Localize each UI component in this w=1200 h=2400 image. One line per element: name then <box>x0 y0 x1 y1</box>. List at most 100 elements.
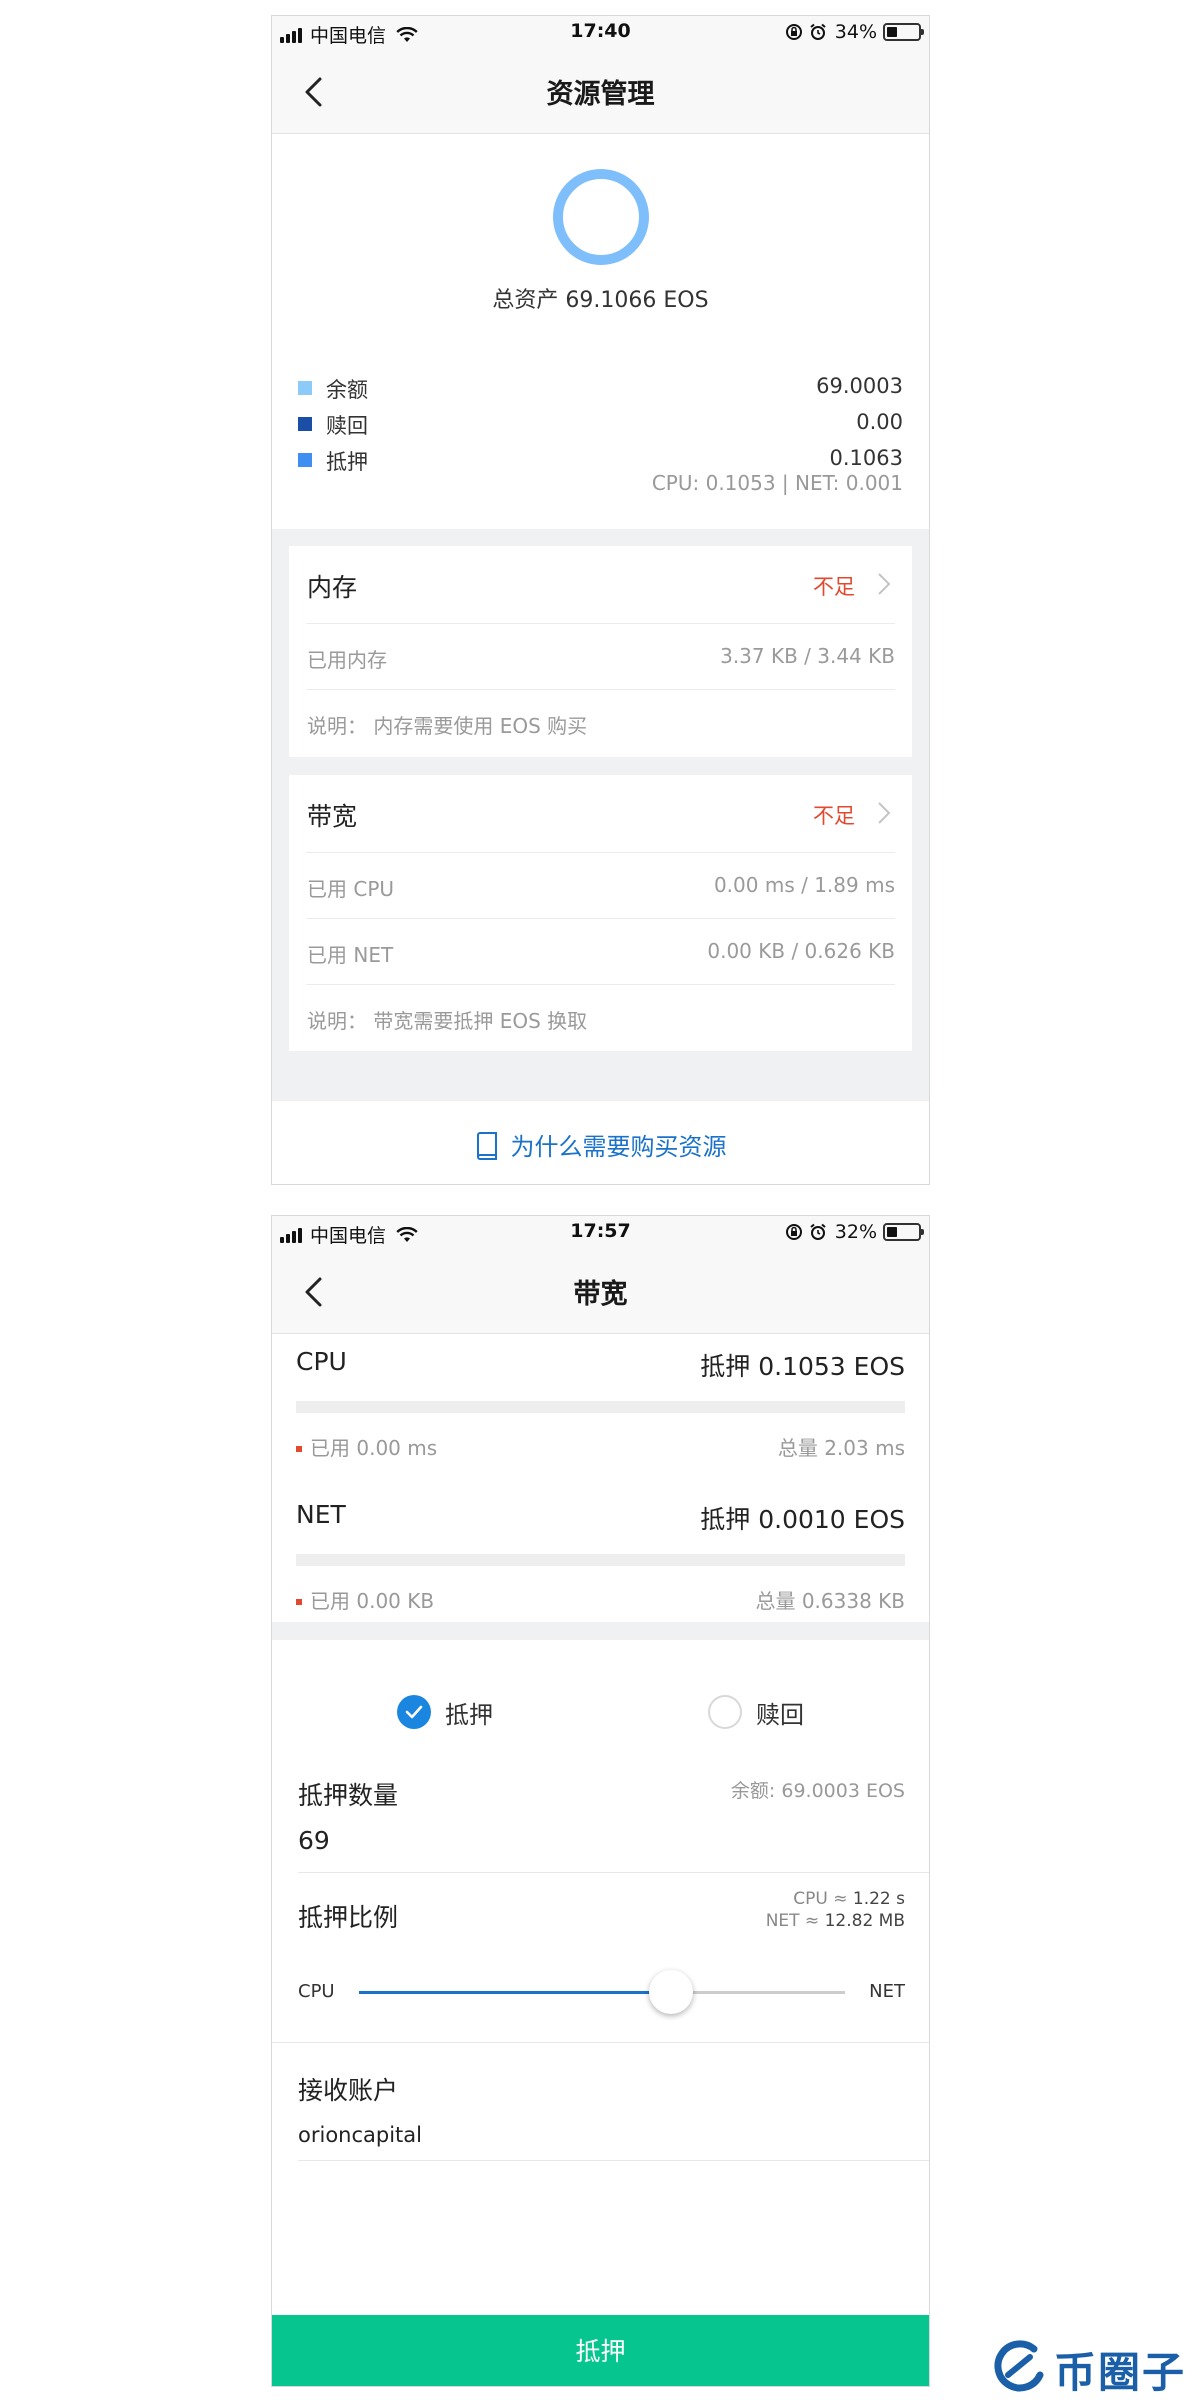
receiver-account-input[interactable]: orioncapital <box>298 2123 422 2147</box>
available-balance: 余额: 69.0003 EOS <box>730 1780 905 1802</box>
chevron-right-icon <box>878 802 891 824</box>
alarm-icon <box>810 1223 826 1240</box>
memory-card-header[interactable]: 内存 不足 <box>306 546 895 624</box>
cpu-total: 总量 2.03 ms <box>777 1436 905 1460</box>
bandwidth-screen: 中国电信 17:57 32% 带宽 CPU 抵押 0.1053 EOS 已用 0… <box>271 1215 930 2387</box>
slider-right-label: NET <box>869 1981 905 2002</box>
memory-title: 内存 <box>307 573 358 602</box>
used-marker <box>296 1599 302 1605</box>
stake-ratio-label: 抵押比例 <box>298 1903 399 1932</box>
page-title: 资源管理 <box>546 79 655 110</box>
legend-label: 余额 <box>326 378 368 402</box>
row-value: 0.00 KB / 0.626 KB <box>707 939 895 963</box>
nav-bar: 资源管理 <box>272 48 929 134</box>
net-total: 总量 0.6338 KB <box>755 1589 905 1613</box>
watermark-text: 币圈子 <box>1054 2348 1187 2397</box>
row-value: 0.00 ms / 1.89 ms <box>713 873 895 897</box>
alarm-icon <box>810 23 826 40</box>
cpu-used-row: 已用 CPU 0.00 ms / 1.89 ms <box>306 853 895 919</box>
memory-note-row: 说明： 内存需要使用 EOS 购买 <box>306 690 895 756</box>
net-resource-block: NET 抵押 0.0010 EOS 已用 0.00 KB 总量 0.6338 K… <box>296 1500 905 1640</box>
why-link-text: 为什么需要购买资源 <box>510 1133 727 1161</box>
row-label: 说明： 内存需要使用 EOS 购买 <box>307 714 588 738</box>
stake-option-label: 抵押 <box>445 1700 493 1729</box>
orientation-lock-icon <box>785 1224 802 1240</box>
row-label: 已用内存 <box>307 648 387 672</box>
net-used-text: 已用 0.00 KB <box>310 1589 435 1613</box>
legend-label: 抵押 <box>326 450 368 474</box>
legend-value: 0.1063 <box>829 446 903 470</box>
ratio-slider-track[interactable] <box>359 1991 845 1994</box>
section-divider <box>272 1622 929 1640</box>
cpu-used: 已用 0.00 ms <box>296 1432 437 1461</box>
cpu-stake: 抵押 0.1053 EOS <box>700 1352 905 1381</box>
divider <box>298 2160 929 2161</box>
watermark-logo: 币圈子 <box>990 2335 1190 2397</box>
asset-ring-chart <box>553 169 649 265</box>
cpu-usage-bar <box>296 1401 905 1413</box>
legend-row-redeem: 赎回 0.00 <box>298 409 903 439</box>
battery-icon <box>883 23 924 41</box>
net-usage-bar <box>296 1554 905 1566</box>
status-bar: 中国电信 17:40 34% <box>272 16 929 48</box>
legend-swatch <box>298 417 312 431</box>
total-assets: 总资产 69.1066 EOS <box>492 288 709 313</box>
battery-percent: 34% <box>834 21 877 43</box>
legend-value: 0.00 <box>856 410 903 434</box>
cpu-label: CPU <box>296 1347 347 1376</box>
chevron-right-icon <box>878 573 891 595</box>
orientation-lock-icon <box>785 24 802 40</box>
status-bar: 中国电信 17:57 32% <box>272 1216 929 1248</box>
memory-used-row: 已用内存 3.37 KB / 3.44 KB <box>306 624 895 690</box>
bandwidth-title: 带宽 <box>307 802 358 831</box>
battery-percent: 32% <box>834 1221 877 1243</box>
ratio-slider-fill <box>359 1991 671 1994</box>
stake-option[interactable]: 抵押 <box>397 1692 493 1732</box>
divider <box>272 2042 929 2043</box>
net-used-row: 已用 NET 0.00 KB / 0.626 KB <box>306 919 895 985</box>
legend-value: 69.0003 <box>816 374 903 398</box>
net-estimate: NET ≈ 12.82 MB <box>765 1911 905 1931</box>
slider-left-label: CPU <box>298 1981 335 2002</box>
bandwidth-note-row: 说明： 带宽需要抵押 EOS 换取 <box>306 985 895 1051</box>
bandwidth-status-badge: 不足 <box>813 804 855 828</box>
net-label: NET <box>296 1500 346 1529</box>
net-used: 已用 0.00 KB <box>296 1585 434 1614</box>
stake-submit-button[interactable]: 抵押 <box>272 2315 929 2386</box>
radio-unchecked-icon[interactable] <box>708 1695 742 1729</box>
cpu-net-stake-summary: CPU: 0.1053 | NET: 0.001 <box>651 471 903 495</box>
page-title: 带宽 <box>573 1279 628 1310</box>
why-buy-resources-link[interactable]: 为什么需要购买资源 <box>272 1101 929 1184</box>
receiver-account-label: 接收账户 <box>298 2076 399 2105</box>
cpu-used-text: 已用 0.00 ms <box>310 1436 438 1460</box>
redeem-option-label: 赎回 <box>756 1700 804 1729</box>
legend-swatch <box>298 381 312 395</box>
resource-management-screen: 中国电信 17:40 34% 资源管理 总资产 69.1066 EOS 余额 6… <box>271 15 930 1185</box>
ratio-estimates: CPU ≈ 1.22 s NET ≈ 12.82 MB <box>766 1888 905 1932</box>
bandwidth-card[interactable]: 带宽 不足 已用 CPU 0.00 ms / 1.89 ms 已用 NET 0.… <box>289 775 912 1051</box>
used-marker <box>296 1446 302 1452</box>
ratio-slider-thumb[interactable] <box>649 1970 693 2014</box>
legend-label: 赎回 <box>326 414 368 438</box>
row-label: 已用 CPU <box>307 877 395 901</box>
row-label: 说明： 带宽需要抵押 EOS 换取 <box>307 1009 588 1033</box>
bandwidth-card-header[interactable]: 带宽 不足 <box>306 775 895 853</box>
legend-row-balance: 余额 69.0003 <box>298 373 903 403</box>
legend-swatch <box>298 453 312 467</box>
book-icon <box>476 1132 497 1160</box>
memory-status-badge: 不足 <box>813 575 855 599</box>
redeem-option[interactable]: 赎回 <box>708 1692 804 1732</box>
radio-checked-icon[interactable] <box>397 1695 431 1729</box>
cards-background: 内存 不足 已用内存 3.37 KB / 3.44 KB 说明： 内存需要使用 … <box>272 529 929 1101</box>
stake-amount-label: 抵押数量 <box>298 1781 399 1810</box>
nav-bar: 带宽 <box>272 1248 929 1334</box>
battery-icon <box>883 1223 924 1241</box>
cpu-estimate: CPU ≈ 1.22 s <box>793 1889 905 1909</box>
stake-amount-input[interactable]: 69 <box>298 1826 330 1855</box>
cpu-resource-block: CPU 抵押 0.1053 EOS 已用 0.00 ms 总量 2.03 ms <box>296 1347 905 1487</box>
row-value: 3.37 KB / 3.44 KB <box>720 644 895 668</box>
row-label: 已用 NET <box>307 943 394 967</box>
net-stake: 抵押 0.0010 EOS <box>700 1505 905 1534</box>
memory-card[interactable]: 内存 不足 已用内存 3.37 KB / 3.44 KB 说明： 内存需要使用 … <box>289 546 912 757</box>
canvas: 中国电信 17:40 34% 资源管理 总资产 69.1066 EOS 余额 6… <box>0 0 1200 2400</box>
